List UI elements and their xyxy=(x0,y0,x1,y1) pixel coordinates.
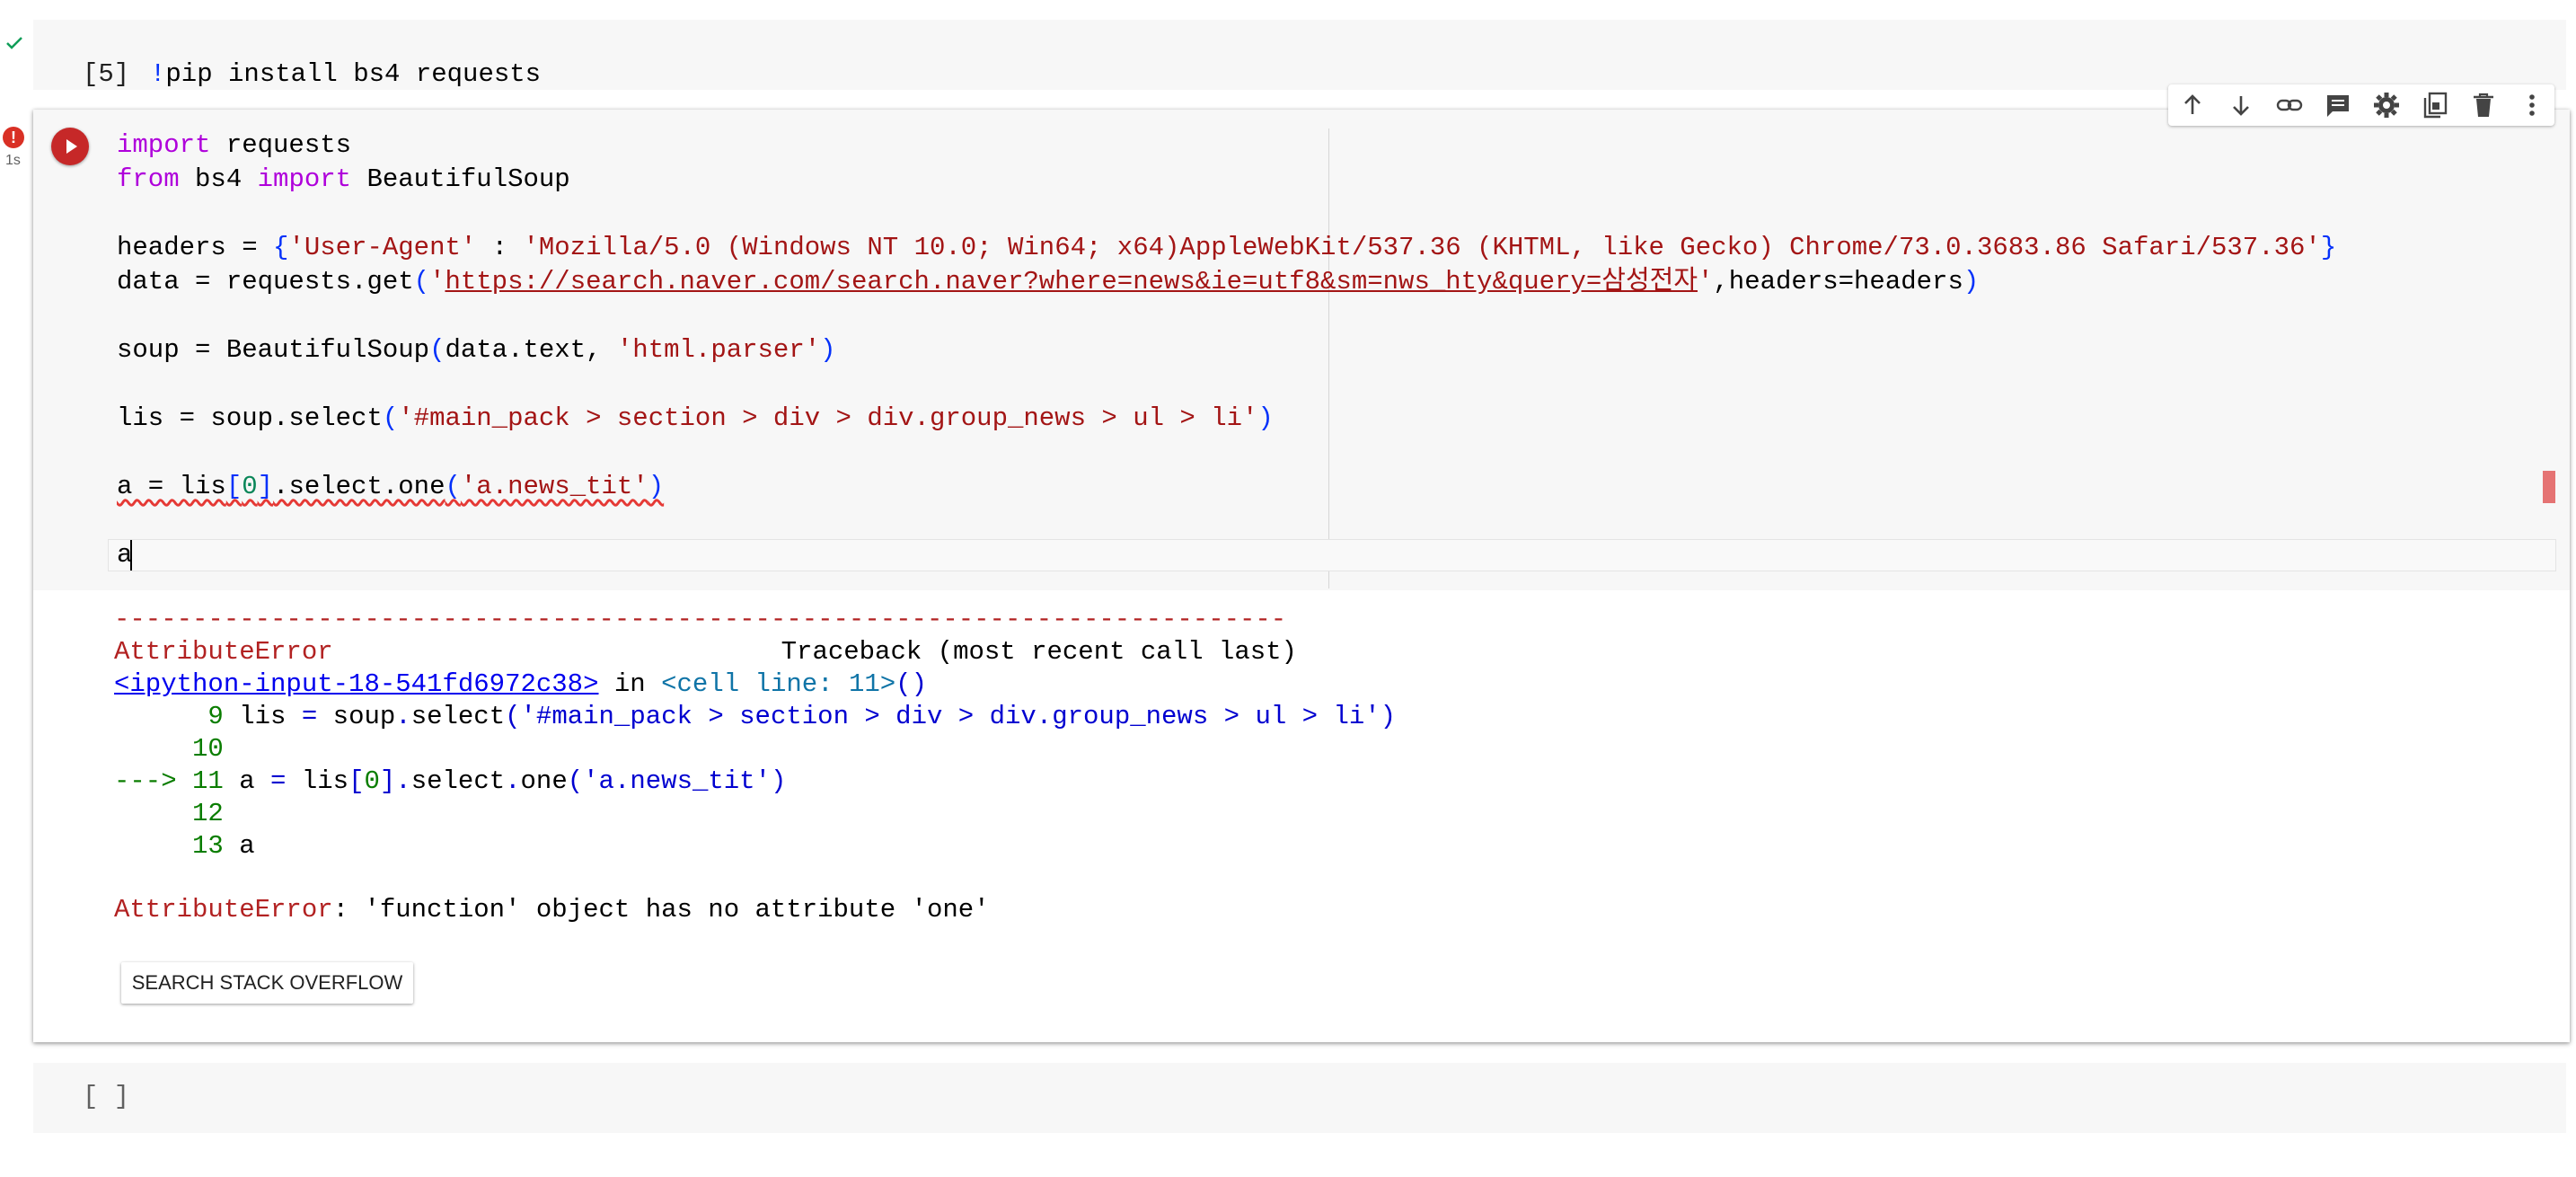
gear-icon[interactable] xyxy=(2371,90,2402,120)
run-cell-button[interactable] xyxy=(51,128,89,165)
error-message: AttributeError: 'function' object has no… xyxy=(114,895,990,925)
cell-success-check-icon xyxy=(4,32,25,54)
execution-count: [ ] xyxy=(83,1082,130,1111)
traceback-divider: ----------------------------------------… xyxy=(114,605,1287,634)
code-line[interactable]: data = requests.get('https://search.nave… xyxy=(117,266,1979,298)
empty-code-cell[interactable]: [ ] xyxy=(33,1063,2566,1133)
code-line[interactable]: soup = BeautifulSoup(data.text, 'html.pa… xyxy=(117,334,836,367)
traceback-line: 10 xyxy=(114,734,224,764)
code-line-error-squiggle[interactable]: a = lis[0].select.one('a.news_tit') xyxy=(117,471,664,503)
traceback-location: <ipython-input-18-541fd6972c38> in <cell… xyxy=(114,669,927,699)
search-stack-overflow-button[interactable]: SEARCH STACK OVERFLOW xyxy=(121,962,413,1004)
active-line-highlight xyxy=(108,539,2556,571)
play-icon xyxy=(66,139,77,154)
code-line[interactable]: headers = {'User-Agent' : 'Mozilla/5.0 (… xyxy=(117,232,2336,264)
execution-count: [5] xyxy=(83,59,130,89)
traceback-line: 13 a xyxy=(114,831,255,861)
text-cursor xyxy=(130,540,132,571)
command-token: pip install bs4 requests xyxy=(165,59,542,89)
traceback-line: 12 xyxy=(114,799,224,828)
more-options-icon[interactable] xyxy=(2517,90,2547,120)
move-up-icon[interactable] xyxy=(2177,90,2208,120)
delete-icon[interactable] xyxy=(2468,90,2499,120)
code-line[interactable]: from bs4 import BeautifulSoup xyxy=(117,164,570,196)
comment-icon[interactable] xyxy=(2323,90,2353,120)
link-icon[interactable] xyxy=(2274,90,2305,120)
column-ruler xyxy=(1328,128,1329,588)
cell-toolbar xyxy=(2168,84,2554,126)
ipython-input-link[interactable]: <ipython-input-18-541fd6972c38> xyxy=(114,669,599,699)
traceback-line: 9 lis = soup.select('#main_pack > sectio… xyxy=(114,702,1397,731)
mirror-cell-icon[interactable] xyxy=(2420,90,2450,120)
scrollbar-error-marker xyxy=(2543,471,2555,503)
url-link[interactable]: https://search.naver.com/search.naver?wh… xyxy=(445,267,1698,296)
execution-time: 1s xyxy=(5,153,21,168)
traceback-line-current: ---> 11 a = lis[0].select.one('a.news_ti… xyxy=(114,766,787,796)
code-line[interactable]: import requests xyxy=(117,129,351,162)
error-status-icon: ! xyxy=(3,127,24,148)
code-line[interactable]: !pip install bs4 requests xyxy=(150,59,541,90)
code-cell-pip-install[interactable]: [5] !pip install bs4 requests xyxy=(33,20,2566,90)
move-down-icon[interactable] xyxy=(2226,90,2256,120)
traceback-header: AttributeError Traceback (most recent cal… xyxy=(114,637,1297,667)
bang-token: ! xyxy=(150,59,166,89)
code-line[interactable]: lis = soup.select('#main_pack > section … xyxy=(117,403,1274,435)
